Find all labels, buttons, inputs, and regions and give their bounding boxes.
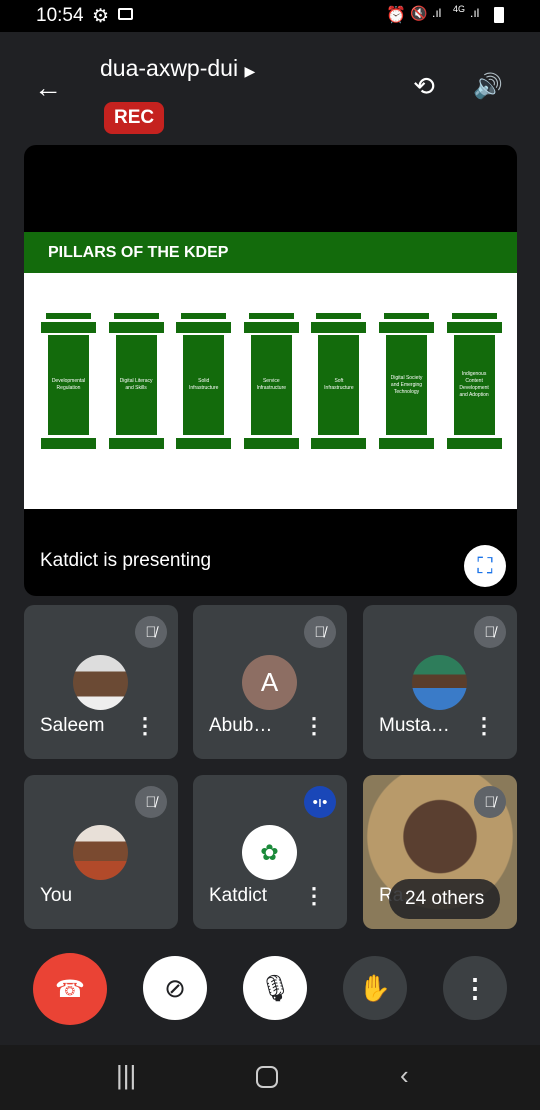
meeting-code: dua-axwp-dui bbox=[100, 55, 239, 81]
slide: PILLARS OF THE KDEP Developmental Regula… bbox=[24, 232, 517, 509]
participant-tile[interactable]: •ı• ✿ Katdict ⋮ bbox=[193, 775, 347, 929]
participant-tile-video[interactable]: 🎙̸ Ra… 24 others bbox=[363, 775, 517, 929]
slide-title: PILLARS OF THE KDEP bbox=[24, 232, 517, 273]
more-options-icon[interactable]: ⋮ bbox=[303, 883, 325, 909]
pillar-base bbox=[311, 438, 367, 449]
participant-tile[interactable]: 🎙̸ Musta… ⋮ bbox=[363, 605, 517, 759]
participant-tile[interactable]: 🎙̸ A Abub… ⋮ bbox=[193, 605, 347, 759]
pillar-capital bbox=[248, 313, 294, 319]
battery-icon bbox=[494, 7, 504, 23]
caret-right-icon: ▶ bbox=[244, 63, 256, 79]
pillar-capital bbox=[451, 313, 497, 319]
pillar-capital bbox=[384, 313, 429, 319]
gear-icon: ⚙ bbox=[92, 6, 110, 27]
more-options-icon[interactable]: ⋮ bbox=[303, 713, 325, 739]
pillar-capital bbox=[108, 322, 164, 333]
pillar-label: Service Infrastructure bbox=[250, 335, 292, 435]
pillar-capital bbox=[379, 322, 434, 333]
pillar-base bbox=[243, 438, 299, 449]
participant-tile[interactable]: 🎙̸ You bbox=[24, 775, 178, 929]
speaking-indicator-icon: •ı• bbox=[304, 786, 336, 818]
pillar-label: Developmental Regulation bbox=[48, 335, 89, 435]
camera-off-icon: ⊘ bbox=[164, 972, 186, 1003]
pillar-label: Indigenous Content Development and Adopt… bbox=[453, 335, 495, 435]
camera-toggle-button[interactable]: ⊘ bbox=[143, 956, 207, 1020]
participant-name: Saleem bbox=[40, 715, 105, 736]
pillar-capital bbox=[181, 313, 227, 319]
4g-icon: 4G bbox=[453, 4, 466, 14]
more-options-button[interactable]: ⋮ bbox=[443, 956, 507, 1020]
switch-camera-icon[interactable]: ⟲ bbox=[408, 70, 440, 102]
hand-icon: ✋ bbox=[358, 972, 392, 1003]
more-vert-icon: ⋮ bbox=[462, 972, 488, 1003]
hang-up-icon: ☎ bbox=[55, 975, 85, 1003]
speaker-icon[interactable]: 🔊 bbox=[472, 70, 504, 102]
pillar-capital bbox=[113, 313, 159, 319]
mic-off-icon: 🎙̸ bbox=[474, 786, 506, 818]
pillar-label: Digital Literacy and Skills bbox=[115, 335, 157, 435]
pillar-capital bbox=[243, 322, 299, 333]
participant-name: You bbox=[40, 885, 73, 906]
participant-name: Abub… bbox=[209, 715, 273, 736]
fullscreen-button[interactable]: ⛶ bbox=[464, 545, 506, 587]
pillar-capital bbox=[46, 313, 91, 319]
pillar-label: Soft Infrastructure bbox=[318, 335, 360, 435]
pillar-capital bbox=[446, 322, 502, 333]
participant-name: Katdict bbox=[209, 885, 268, 906]
avatar: ✿ bbox=[242, 825, 297, 880]
avatar bbox=[73, 655, 128, 710]
participant-name: Musta… bbox=[379, 715, 450, 736]
video-icon bbox=[118, 8, 133, 20]
status-time: 10:54 bbox=[36, 5, 84, 26]
mic-toggle-button[interactable]: 🎙 bbox=[243, 956, 307, 1020]
pillar-label: Solid Infrastructure bbox=[183, 335, 225, 435]
mic-off-icon: 🎙̸ bbox=[474, 616, 506, 648]
pillar-base bbox=[41, 438, 96, 449]
raise-hand-button[interactable]: ✋ bbox=[343, 956, 407, 1020]
back-nav-icon[interactable]: ‹ bbox=[400, 1060, 409, 1091]
avatar bbox=[73, 825, 128, 880]
mic-off-icon: 🎙̸ bbox=[135, 616, 167, 648]
status-bar: 10:54 ⚙ ⏰ 🔇 .ıl 4G .ıl bbox=[0, 0, 540, 32]
pillar-capital bbox=[176, 322, 232, 333]
presentation-stage: PILLARS OF THE KDEP Developmental Regula… bbox=[24, 145, 517, 596]
mic-off-icon: 🎙 bbox=[258, 972, 292, 1003]
pillar-base bbox=[108, 438, 164, 449]
presenting-label: Katdict is presenting bbox=[40, 550, 212, 571]
meeting-title[interactable]: dua-axwp-dui ▶ bbox=[100, 55, 255, 82]
more-options-icon[interactable]: ⋮ bbox=[473, 713, 495, 739]
mic-off-icon: 🎙̸ bbox=[304, 616, 336, 648]
pillar-capital bbox=[311, 322, 367, 333]
others-overflow-button[interactable]: 24 others bbox=[389, 879, 501, 919]
more-options-icon[interactable]: ⋮ bbox=[134, 713, 156, 739]
pillar-base bbox=[446, 438, 502, 449]
back-arrow-icon[interactable]: ← bbox=[34, 72, 62, 104]
pillar-base bbox=[176, 438, 232, 449]
signal-icon: .ıl bbox=[470, 6, 480, 20]
signal-icon: .ıl bbox=[432, 6, 442, 20]
alarm-icon: ⏰ bbox=[386, 7, 406, 24]
pillar-base bbox=[379, 438, 434, 449]
mute-vibrate-icon: 🔇 bbox=[410, 5, 428, 21]
pillar-capital bbox=[316, 313, 362, 319]
end-call-button[interactable]: ☎ bbox=[33, 953, 107, 1025]
pillar-label: Digital Society and Emerging Technology bbox=[386, 335, 427, 435]
rec-badge: REC bbox=[104, 102, 165, 134]
avatar: A bbox=[242, 655, 297, 710]
recent-apps-icon[interactable]: ||| bbox=[116, 1060, 136, 1091]
fullscreen-icon: ⛶ bbox=[477, 553, 493, 578]
avatar bbox=[412, 655, 467, 710]
pillar-capital bbox=[41, 322, 96, 333]
home-icon[interactable] bbox=[256, 1066, 278, 1088]
participant-tile[interactable]: 🎙̸ Saleem ⋮ bbox=[24, 605, 178, 759]
mic-off-icon: 🎙̸ bbox=[135, 786, 167, 818]
